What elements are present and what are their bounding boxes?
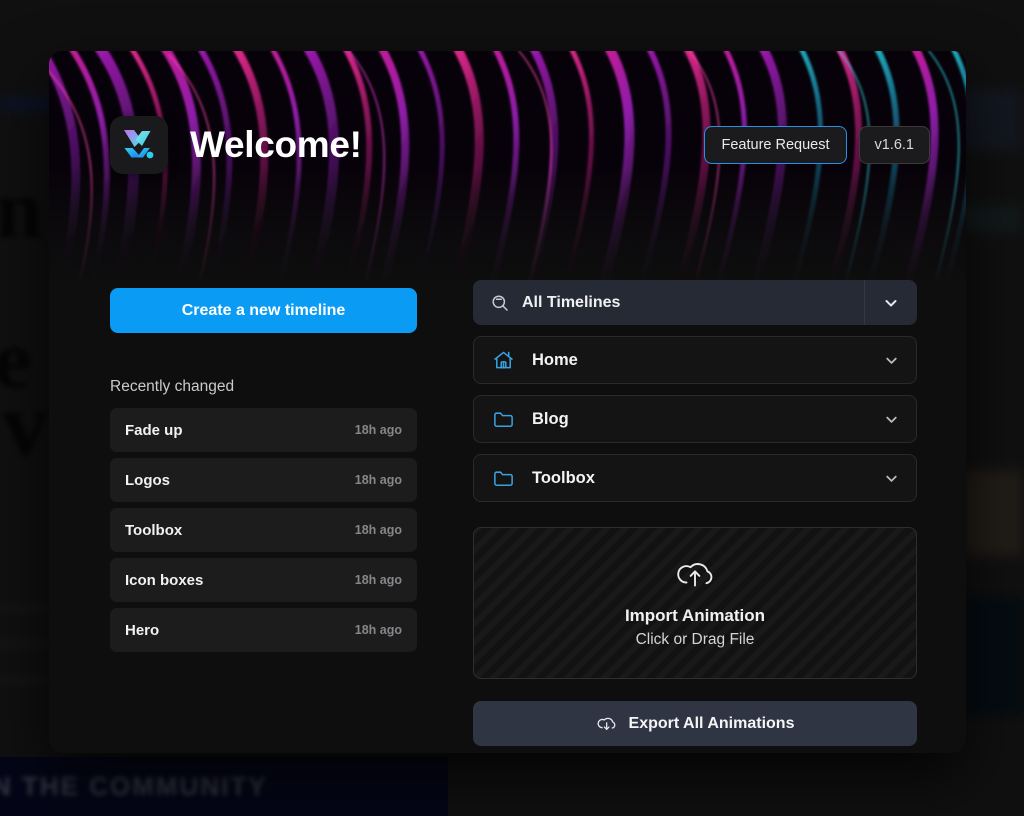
folder-expand-toggle[interactable] bbox=[883, 352, 900, 369]
home-icon bbox=[492, 349, 515, 372]
modal-header: Welcome! Feature Request v1.6.1 bbox=[49, 114, 966, 176]
timeline-timestamp: 18h ago bbox=[355, 473, 402, 487]
search-input[interactable]: All Timelines bbox=[522, 294, 620, 312]
page-title: Welcome! bbox=[190, 124, 362, 166]
timeline-name: Icon boxes bbox=[125, 572, 203, 589]
recently-changed-list: Fade up 18h ago Logos 18h ago Toolbox 18… bbox=[110, 408, 417, 652]
left-column: Create a new timeline Recently changed F… bbox=[110, 233, 417, 753]
folder-icon bbox=[492, 408, 515, 431]
chevron-down-icon bbox=[882, 294, 900, 312]
folder-name: Blog bbox=[532, 410, 569, 429]
cloud-download-icon bbox=[596, 715, 617, 733]
folder-expand-toggle[interactable] bbox=[883, 470, 900, 487]
folder-row-toolbox[interactable]: Toolbox bbox=[473, 454, 917, 502]
timeline-timestamp: 18h ago bbox=[355, 573, 402, 587]
folder-expand-toggle[interactable] bbox=[883, 411, 900, 428]
timeline-timestamp: 18h ago bbox=[355, 623, 402, 637]
feature-request-button[interactable]: Feature Request bbox=[704, 126, 846, 164]
chevron-down-icon bbox=[883, 470, 900, 487]
list-item[interactable]: Logos 18h ago bbox=[110, 458, 417, 502]
create-new-timeline-button[interactable]: Create a new timeline bbox=[110, 288, 417, 333]
dropzone-subtitle: Click or Drag File bbox=[636, 631, 755, 649]
export-button-label: Export All Animations bbox=[629, 715, 795, 733]
version-badge[interactable]: v1.6.1 bbox=[859, 126, 931, 164]
chevron-down-icon bbox=[883, 411, 900, 428]
recently-changed-label: Recently changed bbox=[110, 378, 417, 396]
export-all-animations-button[interactable]: Export All Animations bbox=[473, 701, 917, 746]
timeline-name: Logos bbox=[125, 472, 170, 489]
timeline-timestamp: 18h ago bbox=[355, 423, 402, 437]
timeline-name: Toolbox bbox=[125, 522, 182, 539]
butterfly-logo-icon bbox=[120, 126, 158, 164]
timeline-name: Hero bbox=[125, 622, 159, 639]
folder-row-blog[interactable]: Blog bbox=[473, 395, 917, 443]
timeline-timestamp: 18h ago bbox=[355, 523, 402, 537]
timeline-name: Fade up bbox=[125, 422, 183, 439]
search-dropdown-toggle[interactable] bbox=[864, 280, 917, 325]
welcome-modal: Welcome! Feature Request v1.6.1 Create a… bbox=[49, 51, 966, 753]
list-item[interactable]: Fade up 18h ago bbox=[110, 408, 417, 452]
list-item[interactable]: Toolbox 18h ago bbox=[110, 508, 417, 552]
search-filter-icon bbox=[490, 293, 510, 313]
right-column: All Timelines Home bbox=[473, 233, 917, 753]
timelines-filter-bar[interactable]: All Timelines bbox=[473, 280, 917, 325]
import-animation-dropzone[interactable]: Import Animation Click or Drag File bbox=[473, 527, 917, 679]
folder-name: Home bbox=[532, 351, 578, 370]
folder-list: Home Blog bbox=[473, 336, 917, 502]
folder-row-home[interactable]: Home bbox=[473, 336, 917, 384]
chevron-down-icon bbox=[883, 352, 900, 369]
dropzone-title: Import Animation bbox=[625, 606, 765, 626]
cloud-upload-icon bbox=[674, 558, 716, 592]
list-item[interactable]: Icon boxes 18h ago bbox=[110, 558, 417, 602]
app-logo bbox=[110, 116, 168, 174]
modal-body: Create a new timeline Recently changed F… bbox=[49, 233, 966, 753]
folder-name: Toolbox bbox=[532, 469, 595, 488]
list-item[interactable]: Hero 18h ago bbox=[110, 608, 417, 652]
folder-icon bbox=[492, 467, 515, 490]
